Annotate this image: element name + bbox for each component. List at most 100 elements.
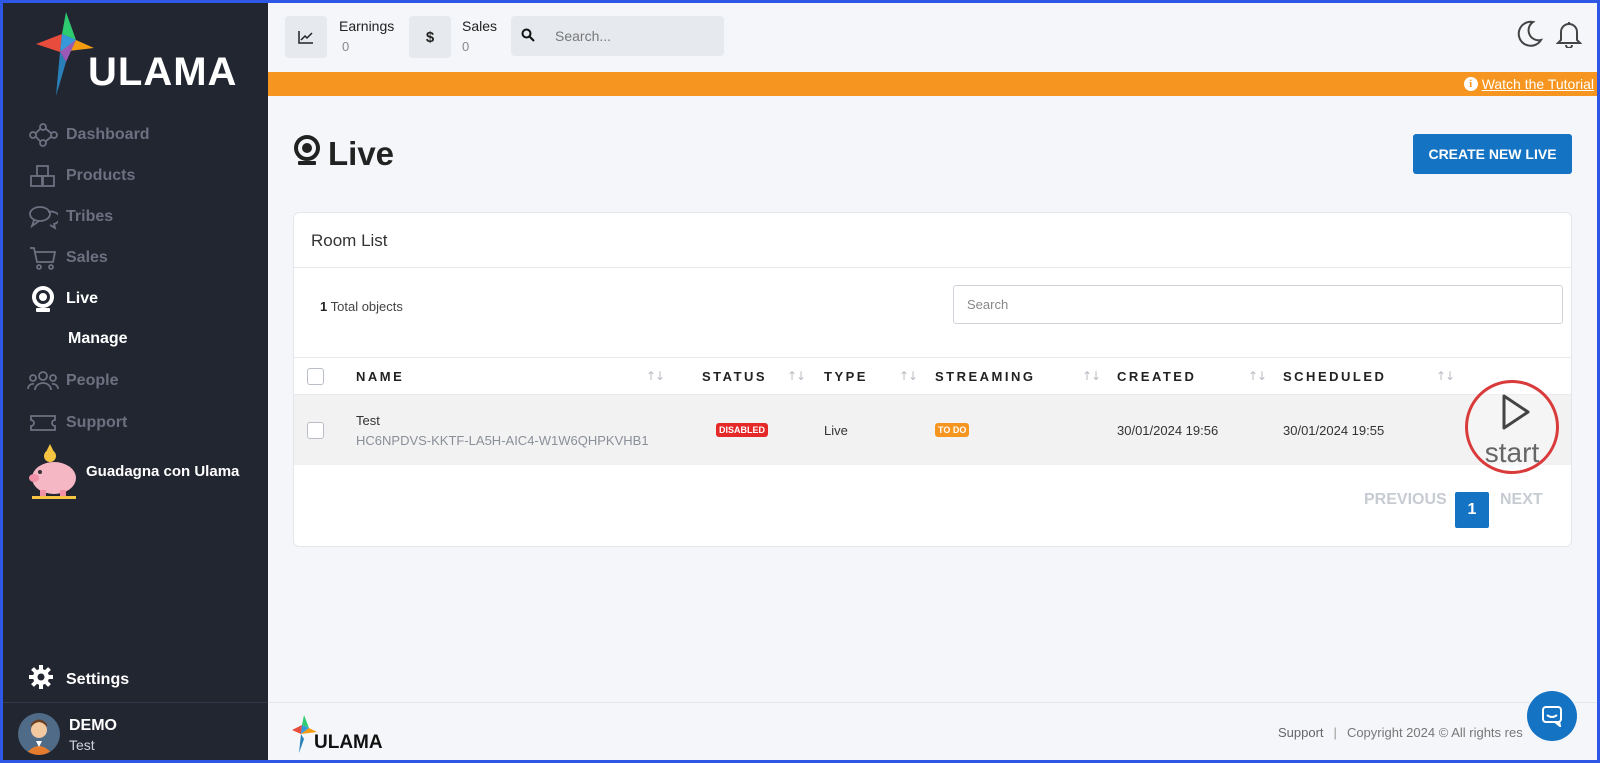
sort-icon[interactable]: ↑↓	[646, 369, 665, 383]
sidebar-item-sales[interactable]: Sales	[26, 241, 108, 275]
sidebar-item-label: Sales	[66, 249, 108, 266]
page-title: Live	[292, 134, 394, 174]
ulama-logo[interactable]: ULAMA	[36, 12, 236, 100]
sidebar: ULAMA Dashboard Products Tribes Sales Li…	[0, 0, 268, 763]
search-icon	[521, 28, 535, 42]
earnings-value: 0	[342, 39, 350, 54]
footer-logo-text: ULAMA	[314, 732, 383, 753]
copyright: Copyright 2024 © All rights res	[1346, 725, 1523, 740]
sidebar-item-settings[interactable]: Settings	[28, 664, 129, 695]
sales-button[interactable]: $	[409, 16, 451, 58]
sort-icon[interactable]: ↑↓	[1248, 369, 1267, 383]
card-title: Room List	[311, 231, 388, 250]
sort-icon[interactable]: ↑↓	[899, 369, 918, 383]
divider	[294, 267, 1571, 268]
webcam-icon	[292, 134, 322, 174]
moon-icon[interactable]	[1517, 20, 1543, 48]
column-header-name[interactable]: NAME	[356, 369, 404, 384]
user-subtitle: Test	[69, 737, 95, 753]
line-chart-icon	[298, 31, 313, 44]
piggy-bank-icon	[29, 444, 76, 499]
tutorial-label: Watch the Tutorial	[1481, 76, 1594, 92]
footer-text: Support | Copyright 2024 © All rights res	[1278, 725, 1523, 740]
column-header-created[interactable]: CREATED	[1117, 369, 1196, 384]
start-label: start	[1484, 437, 1540, 468]
top-bar: Earnings 0 $ Sales 0	[268, 0, 1600, 72]
column-header-status[interactable]: STATUS	[702, 369, 767, 384]
earnings-button[interactable]	[285, 16, 327, 58]
chat-launcher-button[interactable]	[1527, 691, 1577, 741]
chat-bubbles-icon	[26, 203, 60, 231]
pagination-previous[interactable]: PREVIOUS	[1364, 491, 1447, 509]
avatar	[18, 713, 60, 755]
cart-icon	[26, 244, 60, 272]
chat-icon	[1542, 706, 1562, 727]
sales-label: Sales	[462, 18, 498, 34]
room-type: Live	[824, 423, 848, 438]
table-row[interactable]: Test HC6NPDVS-KKTF-LA5H-AIC4-W1W6QHPKVHB…	[294, 395, 1571, 465]
sidebar-item-dashboard[interactable]: Dashboard	[26, 118, 150, 152]
scheduled-date: 30/01/2024 19:55	[1283, 423, 1385, 438]
page-title-text: Live	[328, 135, 395, 172]
network-icon	[26, 121, 60, 149]
sort-icon[interactable]: ↑↓	[1436, 369, 1455, 383]
column-header-scheduled[interactable]: SCHEDULED	[1283, 369, 1386, 384]
bird-logo-icon	[36, 12, 94, 96]
footer-support-link[interactable]: Support	[1278, 725, 1324, 740]
sales-value: 0	[462, 39, 470, 54]
total-label: Total objects	[330, 299, 403, 314]
sidebar-item-people[interactable]: People	[26, 364, 118, 398]
total-count: 1	[320, 299, 328, 314]
pagination-next[interactable]: NEXT	[1500, 491, 1543, 509]
logo-text: ULAMA	[88, 50, 238, 94]
room-name[interactable]: Test	[356, 413, 380, 428]
sidebar-item-label: Products	[66, 167, 136, 184]
pagination-current-page[interactable]: 1	[1455, 492, 1489, 528]
sidebar-promo-guadagna[interactable]: Guadagna con Ulama	[26, 442, 239, 500]
column-header-streaming[interactable]: STREAMING	[935, 369, 1036, 384]
global-search-input[interactable]	[511, 16, 724, 56]
boxes-icon	[26, 162, 60, 190]
create-new-live-button[interactable]: CREATE NEW LIVE	[1413, 134, 1572, 174]
streaming-badge: TO DO	[935, 423, 970, 437]
sort-icon[interactable]: ↑↓	[787, 369, 806, 383]
sidebar-item-label: People	[66, 372, 119, 389]
sidebar-item-label: Tribes	[66, 208, 114, 225]
sidebar-item-live[interactable]: Live	[26, 282, 98, 316]
sidebar-subitem-manage[interactable]: Manage	[68, 330, 128, 348]
sidebar-item-support[interactable]: Support	[26, 406, 127, 440]
sidebar-item-products[interactable]: Products	[26, 159, 135, 193]
sidebar-item-label: Dashboard	[66, 126, 150, 143]
sidebar-item-label: Live	[66, 290, 99, 307]
created-date: 30/01/2024 19:56	[1117, 423, 1219, 438]
status-badge: DISABLED	[716, 423, 769, 437]
room-id: HC6NPDVS-KKTF-LA5H-AIC4-W1W6QHPKVHB1	[356, 433, 649, 448]
play-icon	[1502, 394, 1530, 430]
room-search-input[interactable]	[953, 285, 1563, 324]
info-icon: i	[1463, 77, 1478, 91]
user-profile[interactable]: DEMO Test	[0, 702, 268, 763]
room-list-card: Room List 1 Total objects NAME ↑↓ STATUS…	[293, 212, 1572, 547]
footer: ULAMA Support | Copyright 2024 © All right…	[268, 702, 1600, 763]
select-all-checkbox[interactable]	[307, 368, 324, 385]
column-header-type[interactable]: TYPE	[824, 369, 868, 384]
row-checkbox[interactable]	[307, 422, 324, 439]
total-objects: 1 Total objects	[320, 299, 403, 314]
sidebar-item-label: Support	[66, 414, 128, 431]
gear-icon	[28, 664, 54, 695]
people-icon	[26, 367, 60, 395]
ticket-icon	[26, 409, 60, 437]
webcam-icon	[26, 285, 60, 313]
sidebar-item-tribes[interactable]: Tribes	[26, 200, 113, 234]
start-live-button[interactable]: start	[1465, 380, 1559, 474]
promo-label: Guadagna con Ulama	[86, 462, 240, 480]
tutorial-banner: i Watch the Tutorial	[268, 72, 1600, 96]
user-name: DEMO	[69, 717, 117, 734]
sort-icon[interactable]: ↑↓	[1082, 369, 1101, 383]
footer-logo: ULAMA	[292, 715, 392, 760]
bell-icon[interactable]	[1556, 20, 1582, 48]
footer-separator: |	[1333, 725, 1337, 740]
dollar-icon: $	[425, 28, 435, 46]
earnings-label: Earnings	[339, 18, 395, 34]
watch-tutorial-link[interactable]: i Watch the Tutorial	[1463, 76, 1594, 92]
